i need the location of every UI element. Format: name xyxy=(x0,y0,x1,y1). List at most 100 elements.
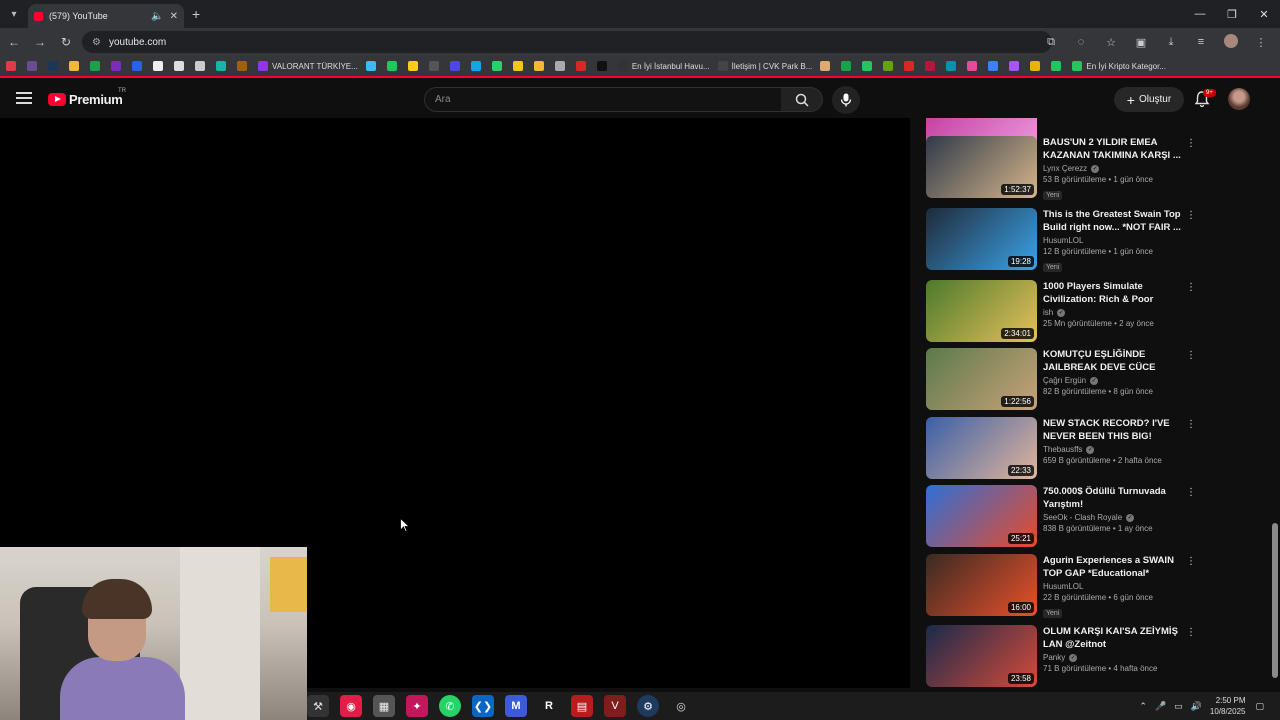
account-avatar[interactable] xyxy=(1228,88,1250,110)
scrollbar-thumb[interactable] xyxy=(1272,523,1278,678)
close-tab-icon[interactable]: ✕ xyxy=(170,11,178,22)
video-thumbnail[interactable]: 23:58 xyxy=(926,625,1037,687)
more-options-icon[interactable]: ⋮ xyxy=(1186,419,1196,430)
profile-avatar[interactable] xyxy=(1220,33,1242,51)
app-icon[interactable]: ▦ xyxy=(373,695,395,717)
maximize-button[interactable]: ❐ xyxy=(1216,0,1248,28)
more-options-icon[interactable]: ⋮ xyxy=(1186,627,1196,638)
app-icon[interactable]: ◉ xyxy=(340,695,362,717)
bookmark-valorant[interactable]: VALORANT TÜRKİYE... xyxy=(258,61,358,71)
microphone-icon[interactable]: 🎤 xyxy=(1155,701,1166,712)
video-title[interactable]: BAUS'UN 2 YILDIR EMEA KAZANAN TAKIMINA K… xyxy=(1043,136,1183,162)
video-title[interactable]: 1000 Players Simulate Civilization: Rich… xyxy=(1043,280,1183,306)
new-tab-button[interactable]: + xyxy=(192,6,200,22)
site-info-icon[interactable]: ⚙ xyxy=(92,37,101,48)
network-icon[interactable]: ▭ xyxy=(1174,701,1183,712)
video-title[interactable]: 750.000$ Ödüllü Turnuvada Yarıştım! xyxy=(1043,485,1183,511)
recommended-video[interactable]: 1:22:56 KOMUTÇU EŞLİĞİNDE JAILBREAK DEVE … xyxy=(926,348,1262,412)
back-button[interactable]: ← xyxy=(2,30,26,54)
channel-name[interactable]: Thebausffs ✓ xyxy=(1043,445,1183,454)
recommended-video[interactable]: 25:21 750.000$ Ödüllü Turnuvada Yarıştım!… xyxy=(926,485,1262,549)
channel-name[interactable]: SeeOk - Clash Royale ✓ xyxy=(1043,513,1183,522)
bookmark-icon[interactable] xyxy=(90,61,100,71)
bookmark-icon[interactable] xyxy=(820,61,831,71)
bookmark-icon[interactable] xyxy=(1051,61,1062,71)
bookmark-icon[interactable] xyxy=(386,61,397,71)
chevron-up-icon[interactable]: ⌃ xyxy=(1139,701,1147,712)
tab-search-icon[interactable]: ▾ xyxy=(4,4,24,24)
minimize-button[interactable]: — xyxy=(1184,0,1216,28)
bookmark-icon[interactable] xyxy=(153,61,163,71)
video-title[interactable]: KOMUTÇU EŞLİĞİNDE JAILBREAK DEVE CÜCE OY… xyxy=(1043,348,1183,374)
video-thumbnail[interactable]: 22:33 xyxy=(926,417,1037,479)
more-options-icon[interactable]: ⋮ xyxy=(1186,282,1196,293)
speaker-icon[interactable]: 🔈 xyxy=(151,11,163,22)
volume-icon[interactable]: 🔊 xyxy=(1191,701,1202,712)
search-button[interactable] xyxy=(781,87,823,112)
app-icon[interactable]: M xyxy=(505,695,527,717)
video-thumbnail[interactable]: 1:22:56 xyxy=(926,348,1037,410)
x-icon[interactable] xyxy=(596,61,607,71)
bookmark-icon[interactable] xyxy=(407,61,418,71)
bookmark-icon[interactable] xyxy=(883,61,894,71)
more-options-icon[interactable]: ⋮ xyxy=(1186,138,1196,149)
bookmark-icon[interactable] xyxy=(428,61,439,71)
url-bar[interactable]: ⚙ youtube.com xyxy=(82,31,1052,53)
whatsapp-icon[interactable]: ✆ xyxy=(439,695,461,717)
bookmark-icon[interactable] xyxy=(470,61,481,71)
bookmark-icon[interactable] xyxy=(862,61,873,71)
voice-search-button[interactable] xyxy=(832,86,860,114)
bookmark-cvk[interactable]: İletişim | CVK Park B... xyxy=(717,61,812,71)
recommended-video[interactable]: 16:00 Agurin Experiences a SWAIN TOP GAP … xyxy=(926,554,1262,618)
extensions-icon[interactable]: ▣ xyxy=(1130,36,1152,49)
recommended-video[interactable]: 22:33 NEW STACK RECORD? I'VE NEVER BEEN T… xyxy=(926,417,1262,481)
video-thumbnail[interactable]: 1:52:37 xyxy=(926,136,1037,198)
bookmark-icon[interactable] xyxy=(988,61,999,71)
bookmark-icon[interactable] xyxy=(132,61,142,71)
bookmark-icon[interactable] xyxy=(237,61,247,71)
video-title[interactable]: NEW STACK RECORD? I'VE NEVER BEEN THIS B… xyxy=(1043,417,1183,443)
bookmark-istanbul[interactable]: En İyi İstanbul Havu... xyxy=(617,61,710,71)
page-scrollbar[interactable] xyxy=(1270,118,1280,688)
search-input[interactable]: Ara xyxy=(424,87,782,112)
recommended-video[interactable]: 2:34:01 1000 Players Simulate Civilizatio… xyxy=(926,280,1262,344)
vscode-icon[interactable]: ❮❯ xyxy=(472,695,494,717)
recommended-video[interactable]: 19:28 This is the Greatest Swain Top Buil… xyxy=(926,208,1262,272)
browser-tab-youtube[interactable]: (579) YouTube 🔈 ✕ xyxy=(28,4,184,28)
eye-off-icon[interactable]: ◌ xyxy=(1070,36,1092,48)
forward-button[interactable]: → xyxy=(28,30,52,54)
bookmark-icon[interactable] xyxy=(174,61,184,71)
video-title[interactable]: OLUM KARŞI KAI'SA ZEİYMİŞ LAN @Zeitnot xyxy=(1043,625,1183,651)
steam-icon[interactable]: ⚙ xyxy=(637,695,659,717)
bookmark-icon[interactable] xyxy=(554,61,565,71)
reload-button[interactable]: ↻ xyxy=(54,30,78,54)
video-thumbnail[interactable]: 16:00 xyxy=(926,554,1037,616)
video-thumbnail[interactable]: 25:21 xyxy=(926,485,1037,547)
clock[interactable]: 2:50 PM 10/8/2025 xyxy=(1210,695,1246,717)
more-options-icon[interactable]: ⋮ xyxy=(1186,487,1196,498)
recommended-video[interactable]: 23:58 OLUM KARŞI KAI'SA ZEİYMİŞ LAN @Zeit… xyxy=(926,625,1262,688)
bookmark-icon[interactable] xyxy=(27,61,37,71)
youtube-premium-logo[interactable]: Premium TR xyxy=(48,88,126,107)
bookmark-icon[interactable] xyxy=(925,61,936,71)
recommended-video[interactable]: 1:52:37 BAUS'UN 2 YILDIR EMEA KAZANAN TAK… xyxy=(926,136,1262,200)
bookmark-icon[interactable] xyxy=(1030,61,1041,71)
channel-name[interactable]: HusumLOL xyxy=(1043,236,1183,245)
video-title[interactable]: This is the Greatest Swain Top Build rig… xyxy=(1043,208,1183,234)
bookmark-kripto[interactable]: En İyi Kripto Kategor... xyxy=(1072,61,1166,71)
app-icon[interactable]: ⚒ xyxy=(307,695,329,717)
more-options-icon[interactable]: ⋮ xyxy=(1186,556,1196,567)
reading-list-icon[interactable]: ≡ xyxy=(1190,36,1212,48)
bookmark-icon[interactable] xyxy=(967,61,978,71)
app-icon[interactable]: V xyxy=(604,695,626,717)
video-title[interactable]: Agurin Experiences a SWAIN TOP GAP *Educ… xyxy=(1043,554,1183,580)
channel-name[interactable]: HusumLOL xyxy=(1043,582,1183,591)
app-icon[interactable]: ▤ xyxy=(571,695,593,717)
channel-name[interactable]: Panky ✓ xyxy=(1043,653,1183,662)
more-options-icon[interactable]: ⋮ xyxy=(1186,210,1196,221)
bookmark-icon[interactable] xyxy=(6,61,16,71)
channel-name[interactable]: ish ✓ xyxy=(1043,308,1183,317)
bookmark-icon[interactable] xyxy=(449,61,460,71)
channel-name[interactable]: Lynx Çerezz ✓ xyxy=(1043,164,1183,173)
bookmark-star-icon[interactable]: ☆ xyxy=(1100,36,1122,49)
